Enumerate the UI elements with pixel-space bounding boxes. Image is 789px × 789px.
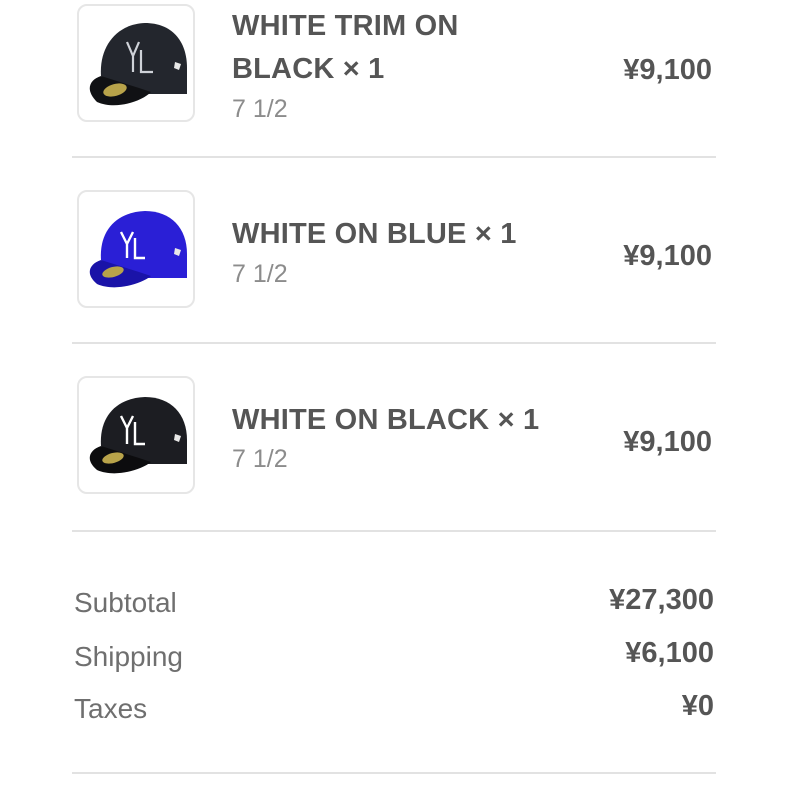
line-item: WHITE TRIM ON BLACK × 1 7 1/2 ¥9,100	[74, 0, 716, 156]
divider	[72, 530, 716, 532]
item-variant: 7 1/2	[232, 260, 288, 288]
black-cap-white-trim-icon	[89, 23, 187, 106]
product-thumbnail[interactable]	[77, 190, 195, 308]
item-price: ¥9,100	[623, 54, 712, 86]
item-price: ¥9,100	[623, 426, 712, 458]
subtotal-value: ¥27,300	[609, 584, 714, 616]
item-title: WHITE ON BLUE × 1	[232, 213, 592, 256]
item-title-line: WHITE ON BLACK × 1	[232, 404, 540, 436]
black-cap-icon	[89, 397, 187, 474]
product-thumbnail[interactable]	[77, 4, 195, 122]
item-title-line: BLACK × 1	[232, 53, 385, 85]
line-item: WHITE ON BLACK × 1 7 1/2 ¥9,100	[74, 344, 716, 530]
item-variant: 7 1/2	[232, 95, 288, 123]
item-title-line: WHITE ON BLUE × 1	[232, 218, 517, 250]
divider	[72, 772, 716, 774]
taxes-value: ¥0	[681, 690, 714, 722]
shipping-value: ¥6,100	[625, 637, 714, 669]
line-item: WHITE ON BLUE × 1 7 1/2 ¥9,100	[74, 158, 716, 342]
product-thumbnail[interactable]	[77, 376, 195, 494]
item-title: WHITE TRIM ON BLACK × 1	[232, 5, 562, 91]
subtotal-label: Subtotal	[74, 587, 177, 618]
item-price: ¥9,100	[623, 240, 712, 272]
item-title: WHITE ON BLACK × 1	[232, 399, 632, 442]
shipping-label: Shipping	[74, 641, 183, 672]
taxes-label: Taxes	[74, 693, 148, 724]
item-title-line: WHITE TRIM ON	[232, 10, 459, 42]
blue-cap-icon	[89, 211, 187, 288]
item-variant: 7 1/2	[232, 445, 288, 473]
